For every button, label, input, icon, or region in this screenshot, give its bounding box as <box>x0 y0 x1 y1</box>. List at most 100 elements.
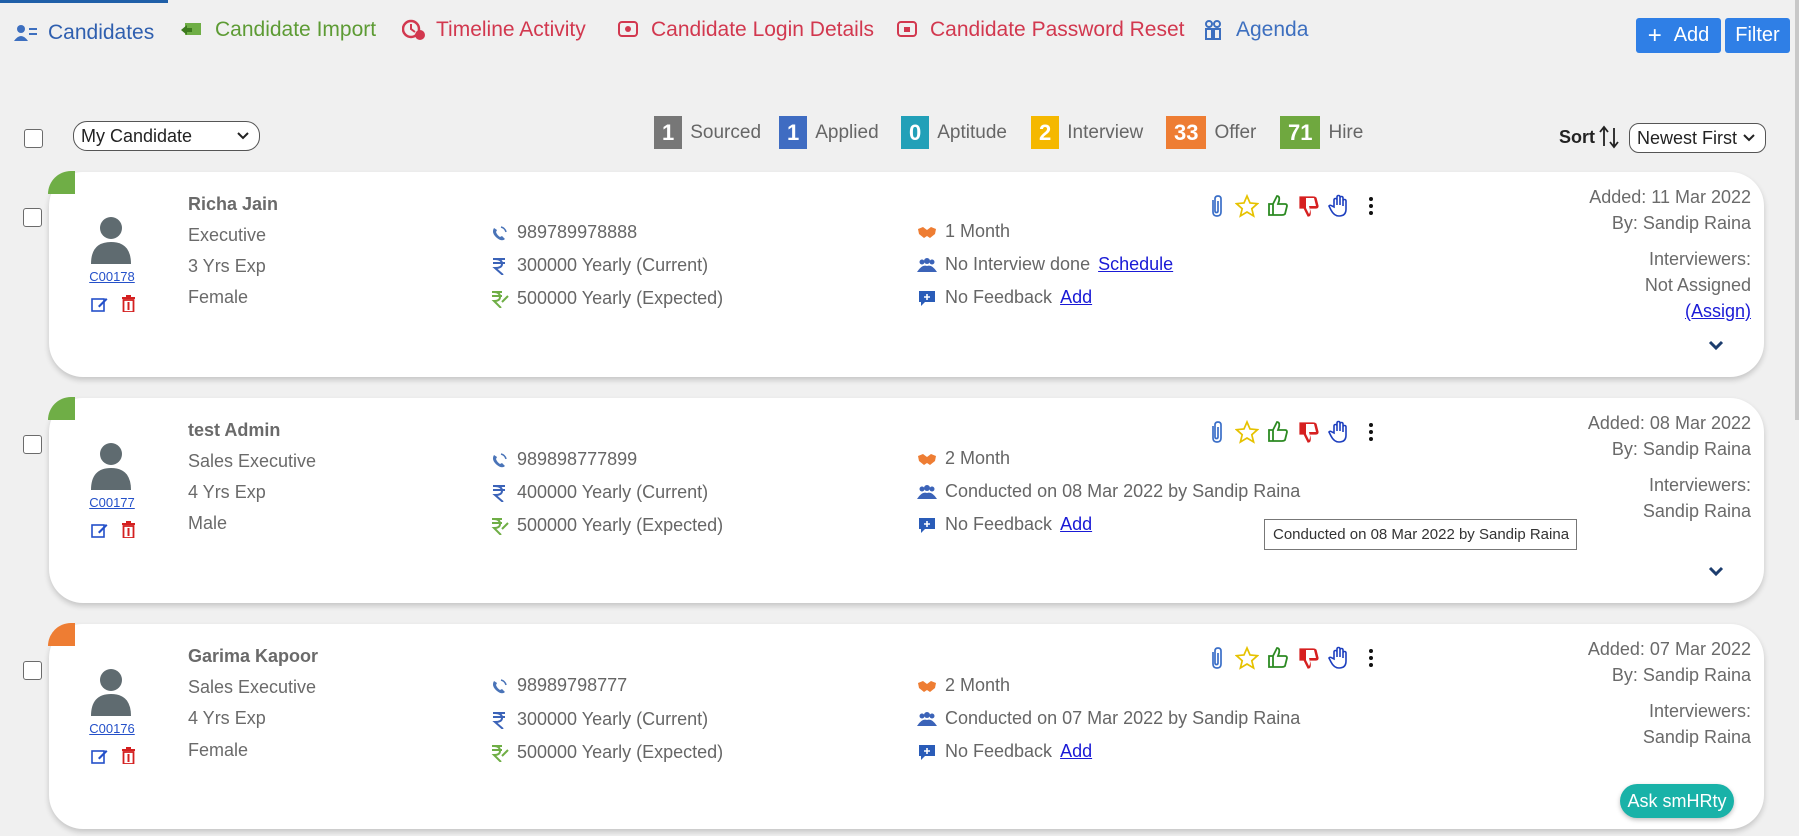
candidate-code-link[interactable]: C00176 <box>77 721 147 736</box>
thumbs-up-icon[interactable] <box>1266 420 1290 444</box>
tab-candidate-login-details[interactable]: Candidate Login Details <box>617 18 874 42</box>
interviewers-value: Not Assigned <box>1644 275 1751 295</box>
candidate-checkbox[interactable] <box>23 208 42 227</box>
status-corner <box>48 397 75 420</box>
feedback-row: No Feedback Add <box>917 287 1092 308</box>
handshake-icon <box>918 680 936 692</box>
candidate-checkbox[interactable] <box>23 435 42 454</box>
chevron-down-icon[interactable] <box>1708 340 1724 352</box>
stage-sourced[interactable]: 1 Sourced <box>654 116 761 149</box>
stage-label: Aptitude <box>937 121 1007 143</box>
current-ctc: 400000 Yearly (Current) <box>517 482 709 502</box>
add-feedback-link[interactable]: Add <box>1060 287 1092 308</box>
stage-label: Sourced <box>690 121 762 143</box>
star-icon[interactable] <box>1235 420 1259 444</box>
notice-row: 2 Month <box>917 448 1010 469</box>
attachment-icon[interactable] <box>1204 646 1228 670</box>
status-corner <box>48 623 75 646</box>
chevron-down-icon <box>237 132 249 140</box>
candidate-code-link[interactable]: C00178 <box>77 269 147 284</box>
star-icon[interactable] <box>1235 194 1259 218</box>
edit-icon[interactable] <box>91 296 108 313</box>
rupee-icon <box>492 711 505 729</box>
thumbs-down-icon[interactable] <box>1297 420 1321 444</box>
more-menu-icon[interactable] <box>1359 420 1383 444</box>
tab-label: Candidate Login Details <box>651 18 874 41</box>
hand-stop-icon[interactable] <box>1328 420 1352 444</box>
candidate-code-link[interactable]: C00177 <box>77 495 147 510</box>
chevron-down-icon[interactable] <box>1708 566 1724 578</box>
interview-status: Conducted on 08 Mar 2022 by Sandip Raina <box>945 481 1301 501</box>
stage-applied[interactable]: 1 Applied <box>779 116 879 149</box>
feedback-icon <box>919 290 935 306</box>
thumbs-down-icon[interactable] <box>1297 646 1321 670</box>
more-menu-icon[interactable] <box>1359 194 1383 218</box>
feedback-icon <box>919 517 935 533</box>
more-menu-icon[interactable] <box>1359 646 1383 670</box>
stage-aptitude[interactable]: 0 Aptitude <box>901 116 1007 149</box>
password-reset-icon <box>897 21 917 37</box>
add-feedback-link[interactable]: Add <box>1060 741 1092 762</box>
add-button[interactable]: + Add <box>1636 18 1721 53</box>
hand-stop-icon[interactable] <box>1328 646 1352 670</box>
notice-period: 2 Month <box>945 448 1011 468</box>
candidate-card: C00177 test Admin Sales Executive 4 Yrs … <box>48 397 1764 603</box>
team-icon <box>917 257 937 272</box>
feedback-status: No Feedback <box>945 287 1053 307</box>
rupee-growth-icon <box>491 517 509 535</box>
attachment-icon[interactable] <box>1204 420 1228 444</box>
filter-button[interactable]: Filter <box>1725 18 1790 53</box>
edit-icon[interactable] <box>91 748 108 765</box>
chevron-down-icon <box>1743 134 1755 142</box>
tab-timeline-activity[interactable]: Timeline Activity <box>402 18 586 42</box>
candidate-owner-select[interactable]: My Candidate <box>73 121 260 151</box>
phone-number: 989789978888 <box>517 222 638 242</box>
candidate-name[interactable]: test Admin <box>188 420 280 441</box>
added-by: By: Sandip Raina <box>1611 213 1751 233</box>
candidate-name[interactable]: Garima Kapoor <box>188 646 318 667</box>
timeline-icon <box>402 19 425 40</box>
select-all-checkbox[interactable] <box>24 129 43 148</box>
star-icon[interactable] <box>1235 646 1259 670</box>
stage-label: Hire <box>1328 121 1364 143</box>
add-feedback-link[interactable]: Add <box>1060 514 1092 535</box>
thumbs-up-icon[interactable] <box>1266 194 1290 218</box>
team-icon <box>917 484 937 499</box>
add-button-label: Add <box>1673 24 1710 46</box>
handshake-icon <box>918 226 936 238</box>
schedule-link[interactable]: Schedule <box>1098 254 1173 275</box>
tab-candidate-password-reset[interactable]: Candidate Password Reset <box>896 18 1184 42</box>
assign-link[interactable]: (Assign) <box>1685 301 1751 321</box>
expected-ctc: 500000 Yearly (Expected) <box>517 288 724 308</box>
tab-candidates[interactable]: Candidates <box>0 0 169 45</box>
sort-order-select[interactable]: Newest First <box>1629 123 1766 153</box>
delete-icon[interactable] <box>121 521 136 538</box>
edit-icon[interactable] <box>91 522 108 539</box>
thumbs-up-icon[interactable] <box>1266 646 1290 670</box>
candidate-actions <box>1204 420 1383 444</box>
users-icon <box>14 25 37 41</box>
candidate-name[interactable]: Richa Jain <box>188 194 278 215</box>
interviewers-value: Sandip Raina <box>1642 727 1751 747</box>
hand-stop-icon[interactable] <box>1328 194 1352 218</box>
feedback-status: No Feedback <box>945 514 1053 534</box>
expected-ctc-row: 500000 Yearly (Expected) <box>489 515 723 536</box>
stage-hire[interactable]: 71 Hire <box>1280 116 1363 149</box>
thumbs-down-icon[interactable] <box>1297 194 1321 218</box>
avatar-icon <box>91 443 131 490</box>
ask-smhrty-button[interactable]: Ask smHRty <box>1620 784 1734 818</box>
attachment-icon[interactable] <box>1204 194 1228 218</box>
delete-icon[interactable] <box>121 295 136 312</box>
candidate-checkbox[interactable] <box>23 661 42 680</box>
page-scrollbar[interactable] <box>1795 0 1799 420</box>
tab-candidate-import[interactable]: Candidate Import <box>181 18 376 42</box>
tab-agenda[interactable]: Agenda <box>1202 18 1308 42</box>
notice-row: 2 Month <box>917 675 1010 696</box>
stage-interview[interactable]: 2 Interview <box>1031 116 1143 149</box>
avatar-icon <box>91 669 131 716</box>
sort-control[interactable]: Sort <box>1559 124 1620 150</box>
interviewers-label: Interviewers: <box>1648 249 1751 269</box>
delete-icon[interactable] <box>121 747 136 764</box>
stage-offer[interactable]: 33 Offer <box>1166 116 1256 149</box>
added-by: By: Sandip Raina <box>1611 665 1751 685</box>
